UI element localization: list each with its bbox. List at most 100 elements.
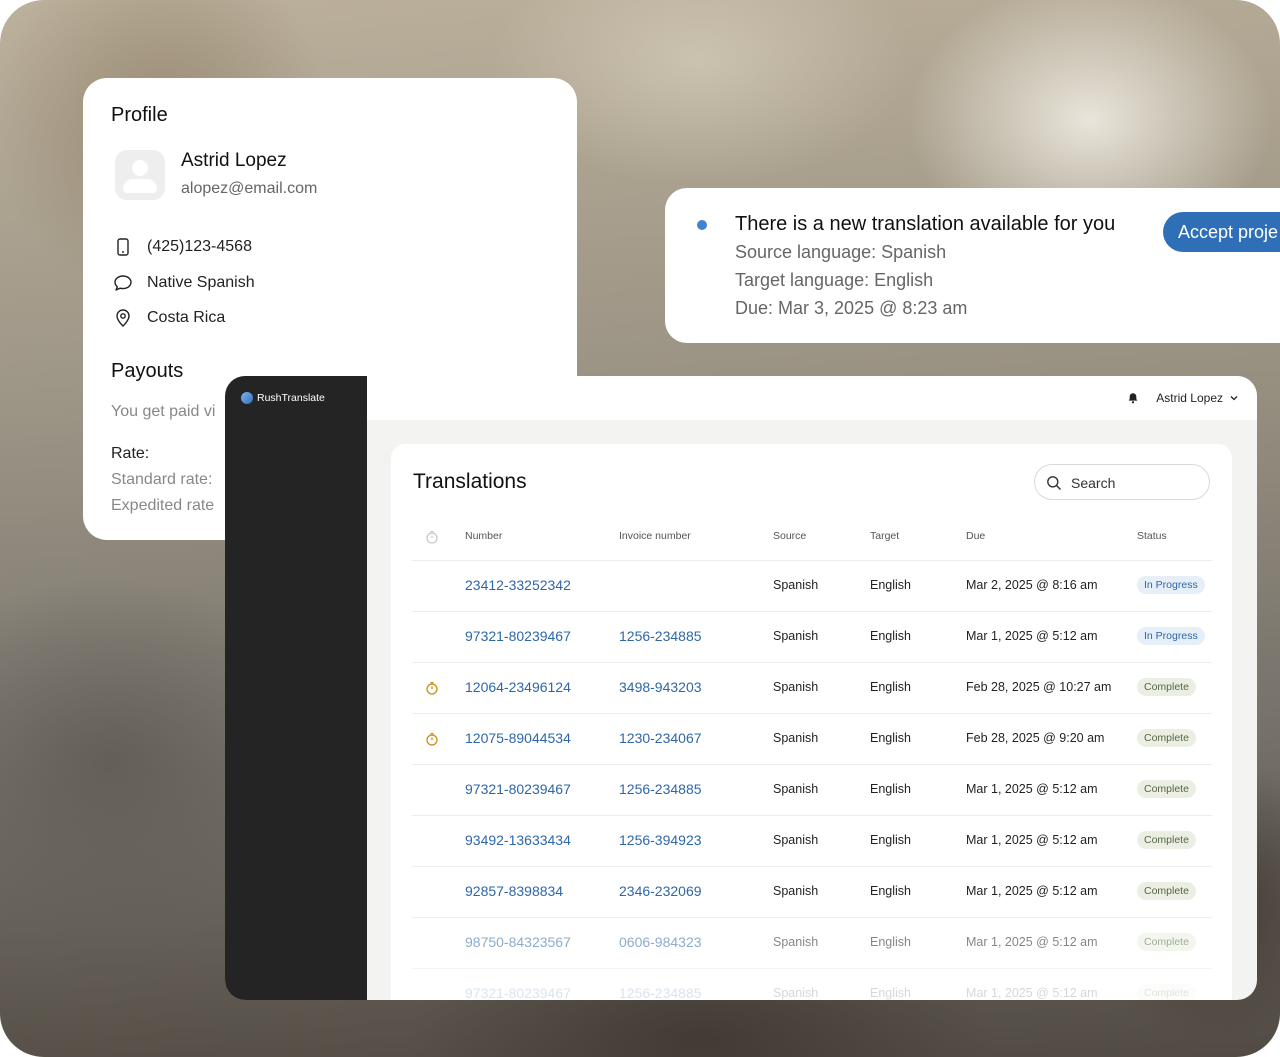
row-number-link[interactable]: 12075-89044534 [465,730,571,746]
row-number-link[interactable]: 12064-23496124 [465,679,571,695]
col-invoice[interactable]: Invoice number [619,530,691,542]
col-status[interactable]: Status [1137,530,1167,542]
payouts-text: You get paid vi [111,403,216,420]
chevron-down-icon[interactable] [1229,393,1239,403]
sidebar: RushTranslate [225,376,367,1000]
row-due: Feb 28, 2025 @ 10:27 am [966,680,1112,694]
expedited-rate: Expedited rate [111,497,215,514]
profile-name: Astrid Lopez [181,150,287,171]
profile-location: Costa Rica [113,308,225,328]
col-target[interactable]: Target [870,530,899,542]
profile-phone: (425)123-4568 [113,237,252,257]
table-row[interactable]: 97321-80239467 1256-234885 Spanish English M… [412,612,1212,663]
row-target: English [870,782,911,796]
row-number-link[interactable]: 92857-8398834 [465,883,563,899]
row-target: English [870,731,911,745]
phone-icon [117,238,129,256]
top-bar: Astrid Lopez [367,376,1257,420]
standard-rate: Standard rate: [111,471,213,488]
accept-project-button[interactable]: Accept proje [1163,212,1280,252]
payouts-title: Payouts [111,360,184,382]
page-title: Translations [413,470,527,493]
table-row[interactable]: 97321-80239467 1256-234885 Spanish English M… [412,969,1212,1000]
row-target: English [870,680,911,694]
status-badge: Complete [1137,882,1196,900]
status-badge: Complete [1137,678,1196,696]
profile-phone-text: (425)123-4568 [147,238,252,255]
table-row[interactable]: 97321-80239467 1256-234885 Spanish English M… [412,765,1212,816]
row-invoice-link[interactable]: 3498-943203 [619,679,702,695]
notification-title: There is a new translation available for… [735,213,1116,235]
profile-language-text: Native Spanish [147,274,255,291]
row-invoice-link[interactable]: 1256-394923 [619,832,702,848]
row-source: Spanish [773,782,819,796]
table-header: Number Invoice number Source Target Due … [412,516,1212,561]
table-row[interactable]: 23412-33252342 Spanish English Mar 2, 2025 … [412,561,1212,612]
row-number-link[interactable]: 93492-13633434 [465,832,571,848]
search-box[interactable] [1034,464,1210,500]
row-source: Spanish [773,578,819,592]
status-badge: In Progress [1137,627,1205,645]
notification-due: Due: Mar 3, 2025 @ 8:23 am [735,298,968,318]
user-menu-name[interactable]: Astrid Lopez [1156,391,1223,405]
notification-card: There is a new translation available for… [665,188,1280,343]
bell-icon[interactable] [1127,392,1139,404]
status-badge: Complete [1137,729,1196,747]
col-due[interactable]: Due [966,530,985,542]
chat-bubble-icon [114,275,132,291]
row-target: English [870,578,911,592]
avatar [115,150,165,200]
row-invoice-link[interactable]: 1256-234885 [619,781,702,797]
status-badge: Complete [1137,831,1196,849]
row-number-link[interactable]: 97321-80239467 [465,781,571,797]
status-badge: Complete [1137,780,1196,798]
row-due: Mar 1, 2025 @ 5:12 am [966,833,1098,847]
row-due: Mar 2, 2025 @ 8:16 am [966,578,1098,592]
row-number-link[interactable]: 97321-80239467 [465,985,571,1000]
table-row[interactable]: 92857-8398834 2346-232069 Spanish English Ma… [412,867,1212,918]
brand[interactable]: RushTranslate [241,392,325,404]
profile-title: Profile [111,104,168,126]
row-number-link[interactable]: 98750-84323567 [465,934,571,950]
app-window: RushTranslate Astrid Lopez Translations … [225,376,1257,1000]
brand-name: RushTranslate [257,392,325,404]
row-source: Spanish [773,986,819,1000]
timer-icon [426,530,438,544]
row-due: Mar 1, 2025 @ 5:12 am [966,986,1098,1000]
status-badge: Complete [1137,933,1196,951]
profile-language: Native Spanish [113,273,255,293]
col-number[interactable]: Number [465,530,502,542]
notification-target: Target language: English [735,270,934,290]
status-badge: In Progress [1137,576,1205,594]
row-invoice-link[interactable]: 1230-234067 [619,730,702,746]
row-source: Spanish [773,833,819,847]
table-row[interactable]: 98750-84323567 0606-984323 Spanish English M… [412,918,1212,969]
row-due: Mar 1, 2025 @ 5:12 am [966,782,1098,796]
profile-email: alopez@email.com [181,180,318,197]
row-target: English [870,935,911,949]
row-invoice-link[interactable]: 2346-232069 [619,883,702,899]
table-row[interactable]: 93492-13633434 1256-394923 Spanish English M… [412,816,1212,867]
table-row[interactable]: 12075-89044534 1230-234067 Spanish English F… [412,714,1212,765]
row-number-link[interactable]: 97321-80239467 [465,628,571,644]
row-source: Spanish [773,731,819,745]
rate-label: Rate: [111,445,150,462]
translations-panel: Translations Number Invoice number Sourc… [391,444,1232,1000]
search-input[interactable] [1069,472,1203,494]
row-invoice-link[interactable]: 0606-984323 [619,934,702,950]
timer-icon [426,681,438,695]
table-row[interactable]: 12064-23496124 3498-943203 Spanish English F… [412,663,1212,714]
row-invoice-link[interactable]: 1256-234885 [619,628,702,644]
row-due: Mar 1, 2025 @ 5:12 am [966,935,1098,949]
row-source: Spanish [773,935,819,949]
row-target: English [870,884,911,898]
translations-table: Number Invoice number Source Target Due … [412,516,1212,1000]
search-icon [1047,476,1061,490]
col-source[interactable]: Source [773,530,806,542]
timer-icon [426,732,438,746]
row-due: Feb 28, 2025 @ 9:20 am [966,731,1105,745]
row-due: Mar 1, 2025 @ 5:12 am [966,884,1098,898]
row-number-link[interactable]: 23412-33252342 [465,577,571,593]
row-target: English [870,629,911,643]
row-invoice-link[interactable]: 1256-234885 [619,985,702,1000]
